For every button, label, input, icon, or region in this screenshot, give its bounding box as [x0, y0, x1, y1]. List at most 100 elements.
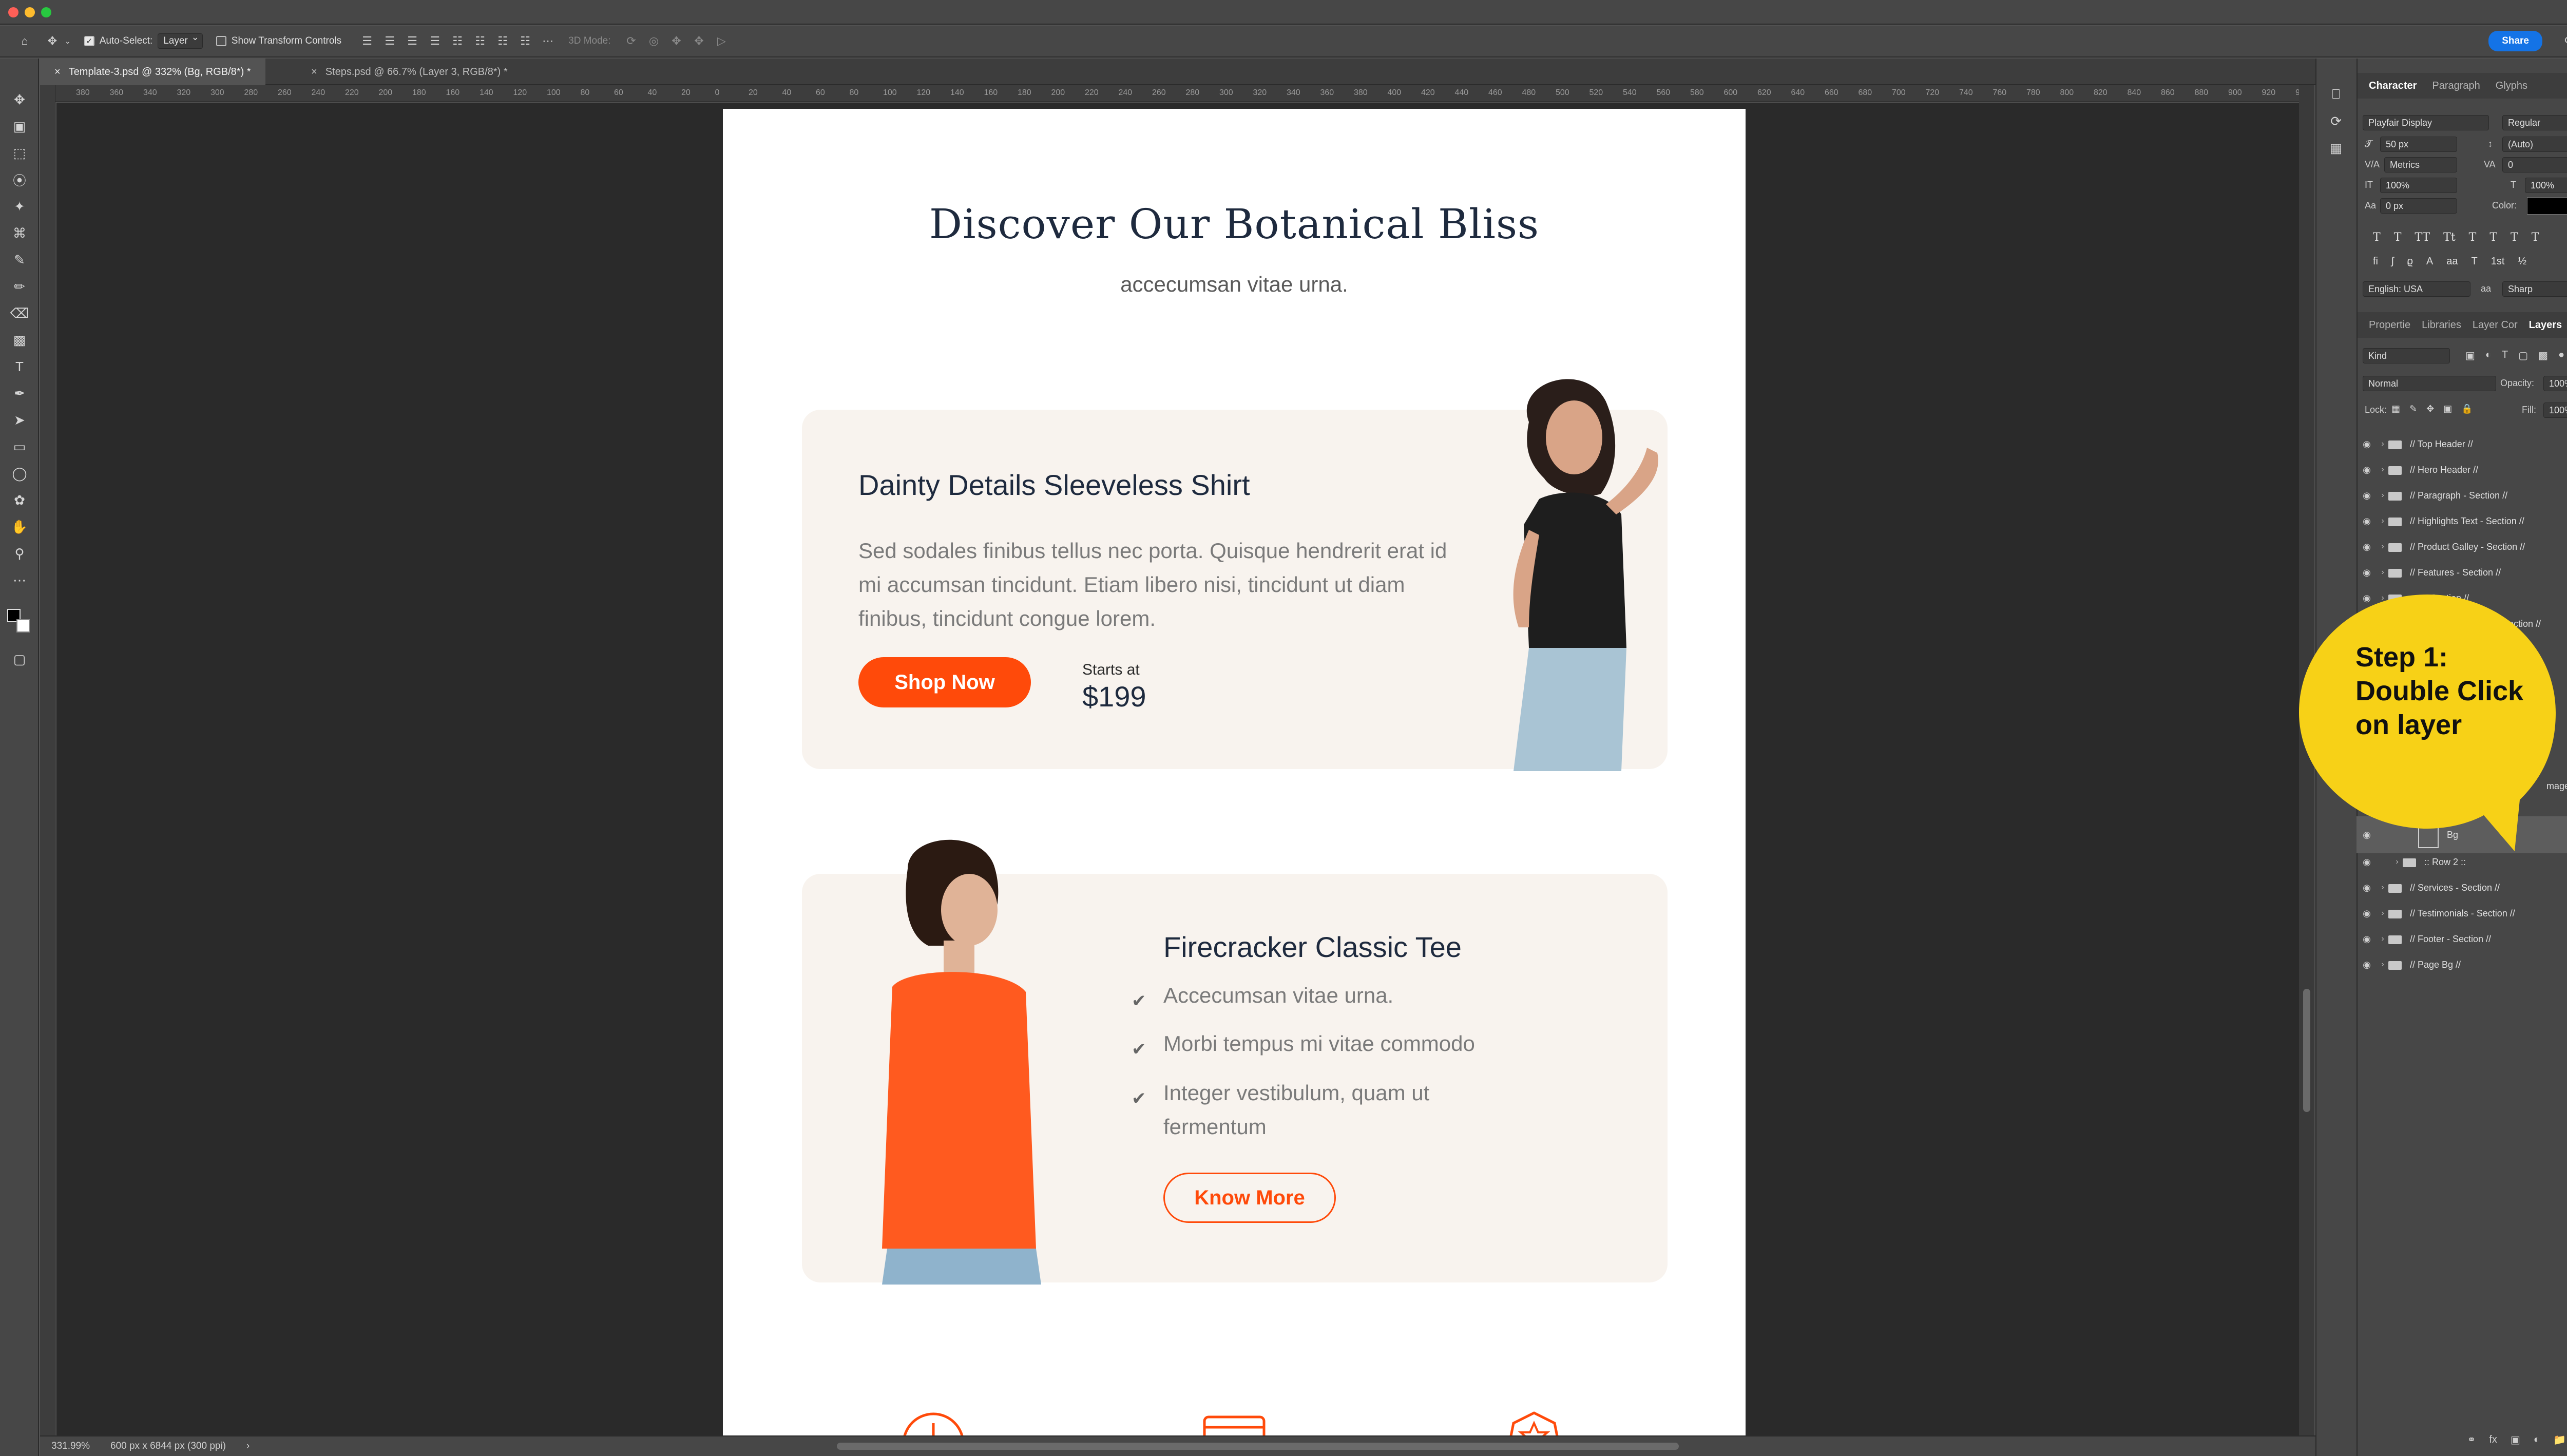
eye-icon[interactable]: ◉ — [2357, 542, 2377, 552]
eye-icon[interactable]: ◉ — [2357, 465, 2377, 475]
chevron-right-icon[interactable]: › — [2377, 439, 2388, 449]
filter-pixel-icon[interactable]: ▣ — [2465, 349, 2475, 362]
layer-row[interactable]: ◉ › // Features - Section // — [2357, 560, 2567, 585]
3d-pan-icon[interactable]: ✥ — [669, 34, 684, 48]
titling-icon[interactable]: A — [2426, 256, 2433, 267]
horizontal-scale-field[interactable]: 100% — [2525, 178, 2567, 193]
shop-now-button[interactable]: Shop Now — [858, 657, 1031, 707]
layer-row[interactable]: ◉ › // Product Galley - Section // — [2357, 534, 2567, 560]
eye-icon[interactable]: ◉ — [2357, 908, 2377, 919]
swash-icon[interactable]: ϱ — [2407, 256, 2412, 267]
marquee-tool-icon[interactable]: ⬚ — [9, 143, 30, 163]
auto-select-checkbox[interactable]: ✓ — [84, 36, 94, 46]
chevron-right-icon[interactable]: › — [246, 1441, 250, 1452]
align-left-icon[interactable]: ☰ — [360, 34, 374, 48]
chevron-right-icon[interactable]: › — [2377, 516, 2388, 526]
more-options-icon[interactable]: ⋯ — [541, 34, 555, 48]
chevron-right-icon[interactable]: › — [2377, 960, 2388, 969]
lock-position-icon[interactable]: ✥ — [2426, 404, 2434, 414]
eye-icon[interactable]: ◉ — [2357, 934, 2377, 945]
ligatures-icon[interactable]: fi — [2373, 256, 2378, 267]
filter-type-icon[interactable]: T — [2502, 349, 2508, 362]
faux-bold-icon[interactable]: T — [2373, 231, 2381, 244]
fractions-icon[interactable]: ½ — [2518, 256, 2526, 267]
type-tool-icon[interactable]: T — [9, 356, 30, 377]
tab-template-3[interactable]: × Template-3.psd @ 332% (Bg, RGB/8*) * — [40, 59, 265, 85]
tab-paragraph[interactable]: Paragraph — [2432, 80, 2480, 92]
tab-layers[interactable]: Layers — [2529, 319, 2562, 331]
add-mask-icon[interactable]: ▣ — [2511, 1433, 2520, 1446]
filter-shape-icon[interactable]: ▢ — [2518, 349, 2528, 362]
font-size-field[interactable]: 50 px — [2380, 137, 2457, 152]
align-middle-icon[interactable]: ☷ — [450, 34, 465, 48]
layer-row[interactable]: ◉ › // Footer - Section // — [2357, 926, 2567, 952]
3d-slide-icon[interactable]: ✥ — [692, 34, 706, 48]
chevron-right-icon[interactable]: › — [2377, 909, 2388, 918]
new-group-icon[interactable]: 📁 — [2553, 1433, 2566, 1446]
layer-row[interactable]: ◉ › // Page Bg // — [2357, 952, 2567, 978]
align-right-icon[interactable]: ☰ — [405, 34, 419, 48]
artboard[interactable]: Discover Our Botanical Bliss accecumsan … — [723, 109, 1746, 1435]
layer-row[interactable]: ◉ › // Services - Section // — [2357, 875, 2567, 901]
lock-pixels-icon[interactable]: ✎ — [2409, 404, 2417, 414]
pen-tool-icon[interactable]: ✒ — [9, 383, 30, 404]
3d-panel-icon[interactable]: ⟳ — [2326, 111, 2346, 131]
background-color-swatch[interactable] — [16, 619, 30, 633]
brush-tool-icon[interactable]: ✏ — [9, 276, 30, 297]
chevron-right-icon[interactable]: › — [2377, 465, 2388, 474]
align-bottom-icon[interactable]: ☷ — [473, 34, 487, 48]
history-panel-icon[interactable]: ⎕ — [2326, 84, 2346, 105]
layer-row[interactable]: ◉ › // Paragraph - Section // — [2357, 483, 2567, 508]
chevron-right-icon[interactable]: › — [2391, 857, 2403, 867]
align-center-icon[interactable]: ☰ — [382, 34, 397, 48]
distribute-horizontal-icon[interactable]: ☷ — [518, 34, 532, 48]
3d-camera-icon[interactable]: ▷ — [715, 34, 729, 48]
eye-icon[interactable]: ◉ — [2357, 567, 2377, 578]
tab-character[interactable]: Character — [2369, 80, 2417, 92]
eye-icon[interactable]: ◉ — [2357, 490, 2377, 501]
artboard-tool-icon[interactable]: ▣ — [9, 116, 30, 137]
eye-icon[interactable]: ◉ — [2357, 439, 2377, 450]
layer-row[interactable]: ◉ › // Highlights Text - Section // — [2357, 508, 2567, 534]
zoom-window-button[interactable] — [41, 7, 51, 17]
underline-icon[interactable]: T — [2511, 231, 2518, 244]
hand-tool-icon[interactable]: ✋ — [9, 516, 30, 537]
table-panel-icon[interactable]: ▦ — [2326, 138, 2346, 158]
gradient-tool-icon[interactable]: ▩ — [9, 330, 30, 350]
discretionary-ligatures-icon[interactable]: ʃ — [2391, 256, 2393, 267]
tab-steps[interactable]: × Steps.psd @ 66.7% (Layer 3, RGB/8*) * — [297, 59, 522, 85]
vertical-scroll-thumb[interactable] — [2303, 989, 2310, 1112]
move-tool-icon[interactable]: ✥ — [9, 89, 30, 110]
zoom-level[interactable]: 331.99% — [51, 1441, 90, 1452]
leading-field[interactable]: (Auto) — [2502, 137, 2567, 152]
layer-row[interactable]: ◉ ›:: Row 2 :: — [2357, 849, 2567, 875]
tracking-field[interactable]: 0 — [2502, 157, 2567, 173]
close-window-button[interactable] — [8, 7, 18, 17]
rectangle-tool-icon[interactable]: ▭ — [9, 436, 30, 457]
auto-select-dropdown[interactable]: Layer — [158, 32, 203, 49]
minimize-window-button[interactable] — [25, 7, 35, 17]
tab-layer-comps[interactable]: Layer Cor — [2473, 319, 2518, 331]
fx-icon[interactable]: fx — [2489, 1434, 2497, 1446]
eraser-tool-icon[interactable]: ⌫ — [9, 303, 30, 323]
know-more-button[interactable]: Know More — [1163, 1173, 1336, 1223]
subscript-icon[interactable]: T — [2489, 231, 2497, 244]
zoom-tool-icon[interactable]: ⚲ — [9, 543, 30, 564]
distribute-icon[interactable]: ☷ — [495, 34, 510, 48]
layer-row[interactable]: ◉ › // Hero Header // — [2357, 457, 2567, 483]
eye-icon[interactable]: ◉ — [2357, 960, 2377, 970]
small-caps-icon[interactable]: Tt — [2443, 231, 2456, 244]
lock-all-icon[interactable]: 🔒 — [2461, 404, 2473, 414]
ordinals-icon[interactable]: 1st — [2491, 256, 2505, 267]
chevron-right-icon[interactable]: › — [2377, 883, 2388, 892]
chevron-right-icon[interactable]: › — [2377, 568, 2388, 577]
close-tab-icon[interactable]: × — [54, 66, 61, 78]
antialias-select[interactable]: Sharp — [2502, 281, 2567, 297]
layer-row[interactable]: ◉ › // Top Header // — [2357, 431, 2567, 457]
contextual-alternates-icon[interactable]: aa — [2446, 256, 2458, 267]
eyedropper-tool-icon[interactable]: ✎ — [9, 250, 30, 270]
magic-wand-tool-icon[interactable]: ✦ — [9, 196, 30, 217]
lock-artboard-icon[interactable]: ▣ — [2443, 404, 2452, 414]
lock-transparency-icon[interactable]: ▦ — [2391, 404, 2400, 414]
superscript-icon[interactable]: T — [2469, 231, 2477, 244]
